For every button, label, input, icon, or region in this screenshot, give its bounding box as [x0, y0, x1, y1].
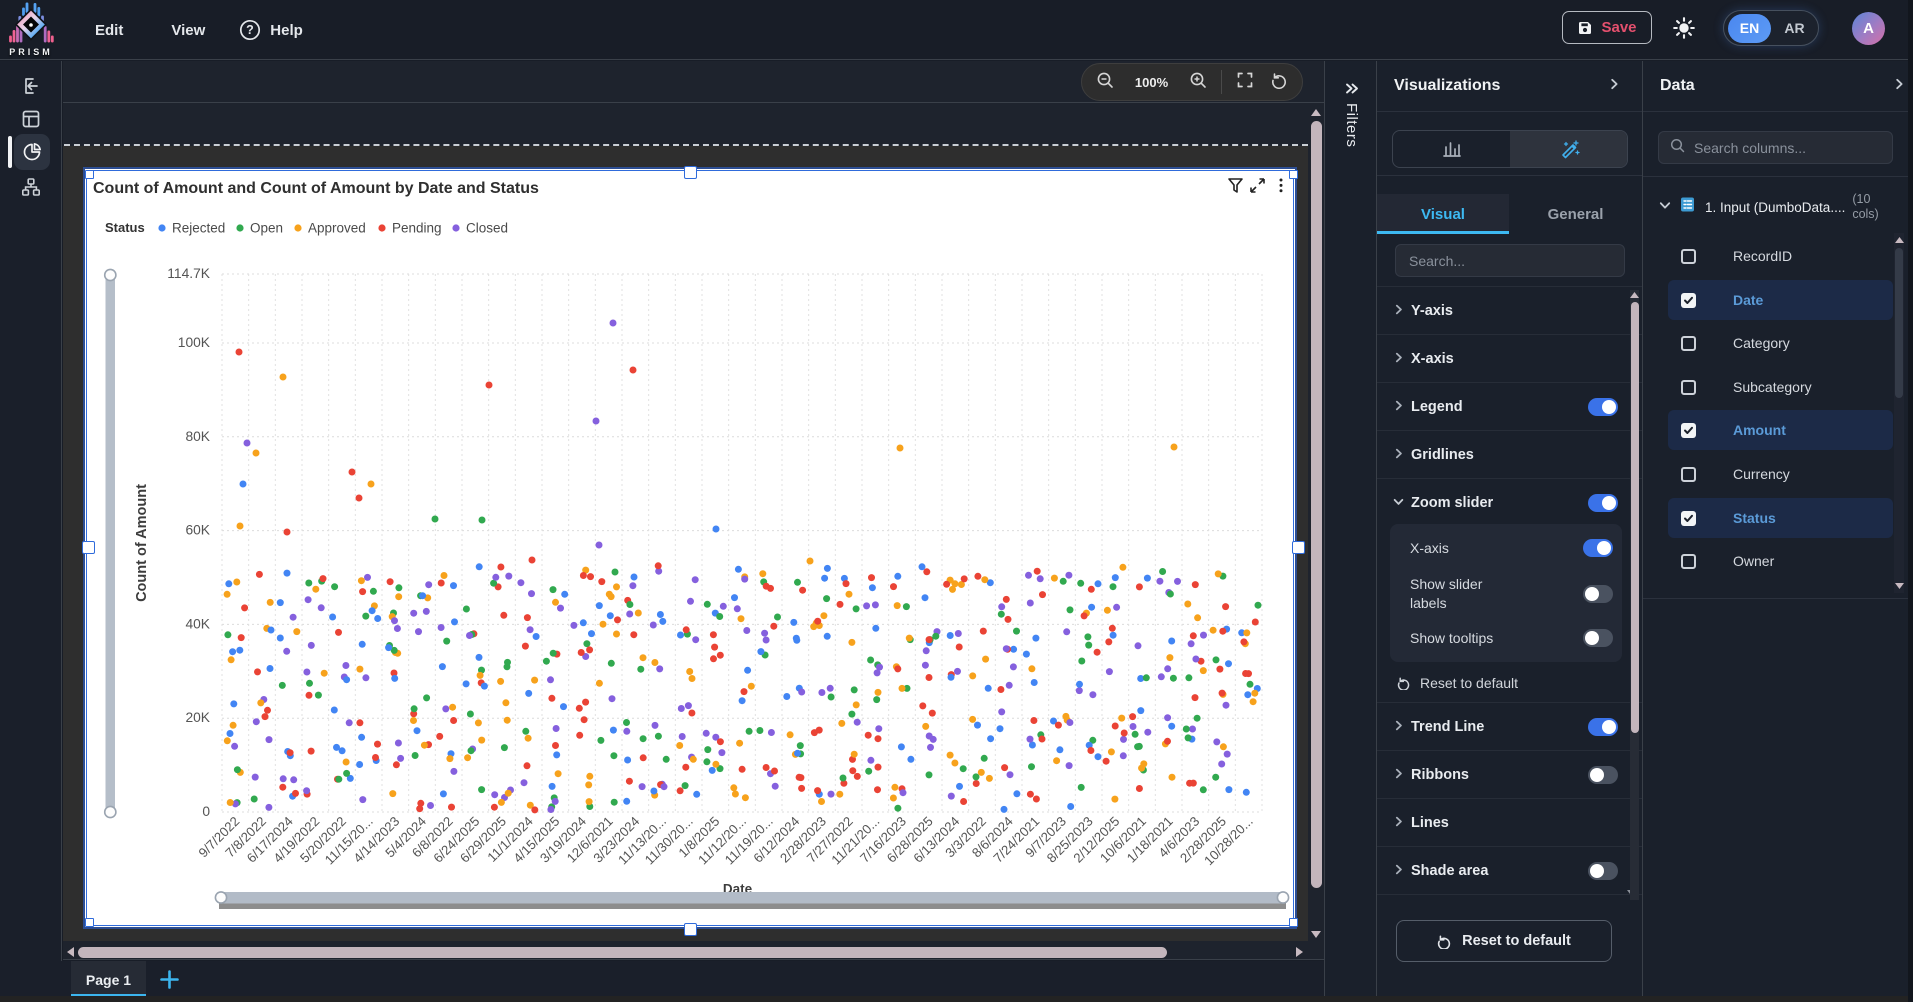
svg-text:114.7K: 114.7K: [167, 266, 211, 281]
svg-text:Closed: Closed: [466, 221, 508, 236]
svg-text:Status: Status: [105, 220, 145, 235]
svg-text:Approved: Approved: [308, 221, 366, 236]
svg-text:100K: 100K: [178, 335, 211, 350]
svg-text:Count of Amount and Count of A: Count of Amount and Count of Amount by D…: [93, 180, 539, 197]
svg-text:20K: 20K: [185, 710, 210, 725]
svg-text:?: ?: [246, 23, 254, 37]
svg-text:80K: 80K: [185, 429, 210, 444]
svg-text:Pending: Pending: [392, 221, 442, 236]
svg-text:0: 0: [202, 804, 210, 819]
svg-text:60K: 60K: [185, 523, 210, 538]
svg-text:Count of Amount: Count of Amount: [134, 484, 150, 602]
svg-text:Open: Open: [250, 221, 283, 236]
svg-text:Rejected: Rejected: [172, 221, 225, 236]
svg-text:40K: 40K: [185, 616, 210, 631]
